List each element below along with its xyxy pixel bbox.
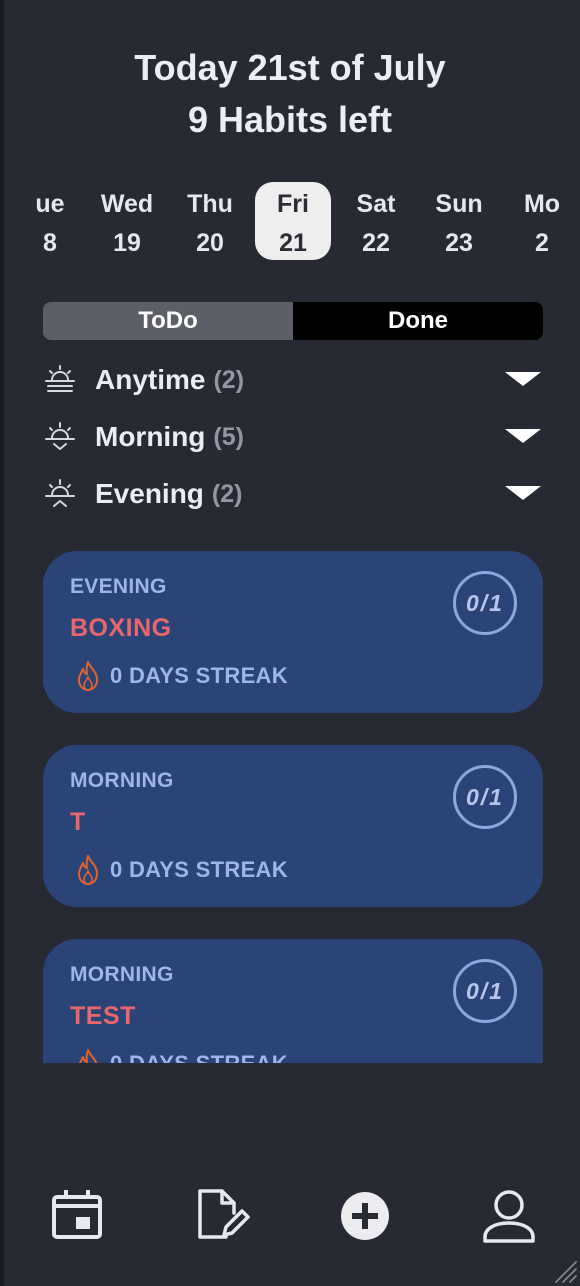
chevron-down-icon[interactable] — [505, 486, 541, 500]
group-label: Anytime — [95, 364, 206, 395]
progress-counter[interactable]: 0/1 — [453, 571, 517, 635]
habit-card[interactable]: MORNING T 0 DAYS STREAK 0/1 — [43, 745, 543, 907]
group-count: (2) — [213, 365, 245, 394]
day-name: Sun — [435, 190, 483, 218]
day-item-mon[interactable]: Mo 2 — [504, 182, 580, 260]
group-count: (2) — [211, 479, 243, 508]
day-date: 2 — [535, 229, 549, 257]
day-name: ue — [35, 190, 65, 218]
habit-list[interactable]: EVENING BOXING 0 DAYS STREAK 0/1 MORNING… — [43, 551, 543, 1063]
add-circle-icon[interactable] — [334, 1185, 396, 1247]
sun-horizon-icon — [45, 422, 75, 450]
habit-streak: 0 DAYS STREAK — [73, 1047, 288, 1063]
day-item-tue[interactable]: ue 8 — [12, 182, 88, 260]
chevron-down-icon[interactable] — [505, 372, 541, 386]
edit-document-icon[interactable] — [190, 1185, 252, 1247]
todo-done-toggle: ToDo Done — [43, 302, 543, 340]
flame-icon — [78, 1049, 98, 1063]
day-name: Wed — [100, 190, 154, 218]
habit-streak: 0 DAYS STREAK — [73, 853, 288, 887]
streak-text: 0 DAYS STREAK — [110, 1051, 288, 1063]
day-name: Mo — [523, 190, 561, 218]
progress-counter[interactable]: 0/1 — [453, 959, 517, 1023]
day-date: 19 — [113, 229, 141, 257]
done-tab[interactable]: Done — [293, 302, 543, 340]
group-morning[interactable]: Morning (5) — [43, 415, 543, 459]
day-item-sun[interactable]: Sun 23 — [421, 182, 497, 260]
chevron-down-icon[interactable] — [505, 429, 541, 443]
bottom-tab-bar — [0, 1185, 580, 1247]
habit-name: T — [70, 808, 86, 836]
sunset-icon — [45, 479, 75, 507]
streak-text: 0 DAYS STREAK — [110, 857, 288, 882]
habit-streak: 0 DAYS STREAK — [73, 659, 288, 693]
habit-card[interactable]: MORNING TEST 0 DAYS STREAK 0/1 — [43, 939, 543, 1063]
habit-category: MORNING — [70, 963, 174, 986]
day-name: Sat — [356, 190, 396, 218]
flame-icon — [78, 855, 98, 885]
page-header: Today 21st of July 9 Habits left — [0, 42, 580, 146]
day-date: 21 — [279, 229, 307, 257]
flame-icon — [78, 661, 98, 691]
day-picker: ue 8 Wed 19 Thu 20 Fri 21 Sat 22 Sun 23 … — [0, 182, 580, 260]
habit-name: BOXING — [70, 614, 172, 642]
habit-card[interactable]: EVENING BOXING 0 DAYS STREAK 0/1 — [43, 551, 543, 713]
day-item-wed[interactable]: Wed 19 — [89, 182, 165, 260]
group-evening[interactable]: Evening (2) — [43, 472, 543, 516]
day-item-fri-selected[interactable]: Fri 21 — [255, 182, 331, 260]
day-name: Thu — [187, 190, 233, 218]
habit-category: MORNING — [70, 769, 174, 792]
day-date: 8 — [43, 229, 57, 257]
habit-name: TEST — [70, 1002, 136, 1030]
calendar-icon[interactable] — [46, 1185, 108, 1247]
profile-icon[interactable] — [478, 1185, 540, 1247]
group-label: Evening — [95, 478, 204, 509]
day-date: 20 — [196, 229, 224, 257]
resize-handle[interactable] — [552, 1258, 578, 1284]
progress-counter[interactable]: 0/1 — [453, 765, 517, 829]
day-date: 23 — [445, 229, 473, 257]
group-anytime[interactable]: Anytime (2) — [43, 358, 543, 402]
habits-left-title: 9 Habits left — [187, 99, 393, 140]
day-date: 22 — [362, 229, 390, 257]
todo-tab[interactable]: ToDo — [43, 302, 293, 340]
day-name: Fri — [277, 190, 309, 218]
group-count: (5) — [213, 422, 244, 451]
day-item-thu[interactable]: Thu 20 — [172, 182, 248, 260]
habit-category: EVENING — [70, 575, 167, 598]
group-label: Morning — [95, 421, 206, 452]
sunrise-icon — [45, 365, 75, 392]
streak-text: 0 DAYS STREAK — [110, 663, 288, 688]
date-title: Today 21st of July — [134, 47, 446, 88]
day-item-sat[interactable]: Sat 22 — [338, 182, 414, 260]
